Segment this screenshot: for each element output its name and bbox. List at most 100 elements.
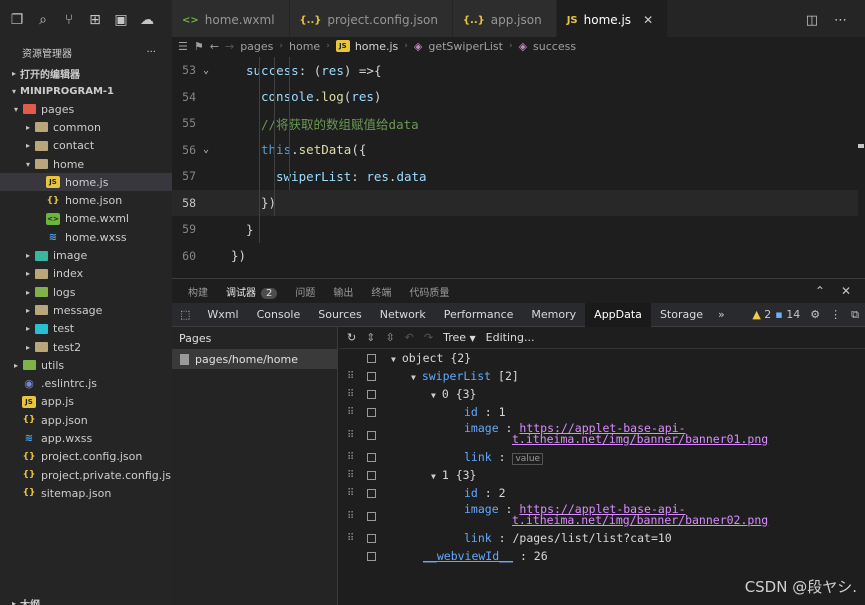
outline-section[interactable]: ▸ 大纲 bbox=[8, 594, 40, 605]
undock-icon[interactable]: ⧉ bbox=[851, 308, 859, 322]
image-url-line-2[interactable]: t.itheima.net/img/banner/banner01.png bbox=[464, 432, 768, 446]
checkbox[interactable] bbox=[367, 353, 376, 363]
undo-icon[interactable]: ↶ bbox=[405, 331, 414, 344]
drag-handle-icon[interactable]: ⠿ bbox=[347, 470, 354, 481]
extensions-icon[interactable]: ⊞ bbox=[84, 9, 106, 31]
tree-row-item-1[interactable]: ⠿ ▼ 1 {3} bbox=[339, 466, 865, 484]
list-item[interactable]: {} project.config.json bbox=[0, 448, 172, 466]
checkbox[interactable] bbox=[367, 470, 376, 480]
list-item[interactable]: ▸ test2 bbox=[0, 338, 172, 356]
redo-icon[interactable]: ↷ bbox=[424, 331, 433, 344]
list-item[interactable]: ▸ common bbox=[0, 118, 172, 136]
tree-row-link[interactable]: ⠿ link : value bbox=[339, 448, 865, 466]
list-item[interactable]: {} home.json bbox=[0, 191, 172, 209]
debug-icon[interactable]: ▣ bbox=[110, 9, 132, 31]
refresh-icon[interactable]: ↻ bbox=[347, 331, 356, 344]
drag-handle-icon[interactable]: ⠿ bbox=[347, 407, 354, 418]
code-line[interactable]: 58}) bbox=[172, 189, 865, 216]
fold-chevron-icon[interactable]: ⌄ bbox=[196, 144, 216, 155]
tree-row-webviewid[interactable]: __webviewId__ : 26 bbox=[339, 547, 865, 565]
code-line[interactable]: 60}) bbox=[172, 243, 865, 270]
breadcrumb-item[interactable]: pages bbox=[240, 40, 273, 53]
list-item[interactable]: <> home.wxml bbox=[0, 210, 172, 228]
tab-code-quality[interactable]: 代码质量 bbox=[409, 284, 449, 299]
tree-row-image[interactable]: ⠿ image : https://applet-base-api-t.ithe… bbox=[339, 421, 865, 449]
editor-tab[interactable]: {..} project.config.json bbox=[289, 0, 453, 40]
settings-gear-icon[interactable]: ⚙ bbox=[810, 308, 820, 321]
tree-row-link[interactable]: ⠿ link : /pages/list/list?cat=10 bbox=[339, 529, 865, 547]
tab-debugger[interactable]: 调试器 2 bbox=[226, 284, 278, 299]
devtools-tab-memory[interactable]: Memory bbox=[522, 303, 585, 327]
drag-handle-icon[interactable]: ⠿ bbox=[347, 389, 354, 400]
list-item[interactable]: JS app.js bbox=[0, 393, 172, 411]
expand-all-icon[interactable]: ⇕ bbox=[366, 331, 375, 344]
list-item[interactable]: ▸ logs bbox=[0, 283, 172, 301]
explorer-icon[interactable]: ❐ bbox=[6, 9, 28, 31]
more-actions-icon[interactable]: ··· bbox=[146, 47, 156, 58]
collapse-all-icon[interactable]: ⇳ bbox=[385, 331, 394, 344]
source-control-icon[interactable]: ⑂ bbox=[58, 9, 80, 31]
list-item[interactable]: ≋ home.wxss bbox=[0, 228, 172, 246]
tab-problems[interactable]: 问题 bbox=[295, 284, 315, 299]
drag-handle-icon[interactable]: ⠿ bbox=[347, 430, 354, 441]
close-icon[interactable]: ✕ bbox=[841, 284, 851, 298]
devtools-tab-appdata[interactable]: AppData bbox=[585, 302, 651, 327]
checkbox[interactable] bbox=[367, 488, 376, 498]
tree-row-id[interactable]: ⠿ id : 1 bbox=[339, 403, 865, 421]
drag-handle-icon[interactable]: ⠿ bbox=[347, 488, 354, 499]
list-item[interactable]: {} app.json bbox=[0, 411, 172, 429]
search-icon[interactable]: ⌕ bbox=[32, 9, 54, 31]
devtools-tab-storage[interactable]: Storage bbox=[651, 303, 712, 327]
list-item[interactable]: ▾ pages bbox=[0, 100, 172, 118]
collapse-icon[interactable]: ▼ bbox=[411, 373, 416, 382]
tree-row-image[interactable]: ⠿ image : https://applet-base-api-t.ithe… bbox=[339, 502, 865, 530]
editor-scrollbar[interactable] bbox=[858, 57, 865, 277]
split-editor-icon[interactable]: ◫ bbox=[806, 13, 818, 28]
devtools-tab-performance[interactable]: Performance bbox=[435, 303, 523, 327]
tree-row-id[interactable]: ⠿ id : 2 bbox=[339, 484, 865, 502]
checkbox[interactable] bbox=[367, 430, 376, 440]
list-item[interactable]: ≋ app.wxss bbox=[0, 429, 172, 447]
image-url-line-2[interactable]: t.itheima.net/img/banner/banner02.png bbox=[464, 513, 768, 527]
list-item[interactable]: ▸ message bbox=[0, 301, 172, 319]
checkbox[interactable] bbox=[367, 371, 376, 381]
tree-row-object[interactable]: ▼ object {2} bbox=[339, 349, 865, 367]
editor-tab[interactable]: <> home.wxml bbox=[172, 0, 290, 40]
tree-row-swiperlist[interactable]: ⠿ ▼ swiperList [2] bbox=[339, 367, 865, 385]
forward-icon[interactable]: → bbox=[225, 40, 234, 53]
list-item[interactable]: JS home.js bbox=[0, 173, 172, 192]
swiperlist-key[interactable]: swiperList bbox=[422, 369, 491, 383]
list-item[interactable]: pages/home/home bbox=[172, 349, 337, 369]
chevron-up-icon[interactable]: ⌃ bbox=[815, 284, 825, 298]
more-icon[interactable]: ⋯ bbox=[834, 13, 847, 28]
checkbox[interactable] bbox=[367, 407, 376, 417]
checkbox[interactable] bbox=[367, 452, 376, 462]
checkbox[interactable] bbox=[367, 511, 376, 521]
cloud-icon[interactable]: ☁ bbox=[136, 9, 158, 31]
editor-tab[interactable]: {..} app.json bbox=[452, 0, 557, 40]
project-section[interactable]: ▾ MINIPROGRAM-1 bbox=[0, 82, 172, 100]
tab-output[interactable]: 输出 bbox=[333, 284, 353, 299]
code-line[interactable]: 59} bbox=[172, 216, 865, 243]
message-count[interactable]: ▪ 14 bbox=[775, 308, 800, 321]
fold-chevron-icon[interactable]: ⌄ bbox=[196, 65, 216, 76]
breadcrumb-item[interactable]: success bbox=[533, 40, 576, 53]
list-item[interactable]: ▸ contact bbox=[0, 137, 172, 155]
breadcrumb-item[interactable]: getSwiperList bbox=[428, 40, 503, 53]
code-line[interactable]: 54 console.log(res) bbox=[172, 84, 865, 111]
devtools-tab-console[interactable]: Console bbox=[248, 303, 310, 327]
link-value[interactable]: /pages/list/list?cat=10 bbox=[512, 531, 671, 545]
code-line[interactable]: 53 ⌄ success: (res) =>{ bbox=[172, 57, 865, 84]
tab-terminal[interactable]: 终端 bbox=[371, 284, 391, 299]
collapse-icon[interactable]: ▼ bbox=[391, 355, 396, 364]
view-mode-select[interactable]: Tree ▼ bbox=[443, 331, 476, 344]
collapse-icon[interactable]: ▼ bbox=[431, 472, 436, 481]
id-value[interactable]: 1 bbox=[499, 405, 506, 419]
breadcrumb-item[interactable]: home bbox=[289, 40, 320, 53]
checkbox[interactable] bbox=[367, 533, 376, 543]
inspect-icon[interactable]: ⬚ bbox=[172, 308, 198, 321]
warning-count[interactable]: ▲ 2 bbox=[752, 308, 771, 321]
devtools-tab-network[interactable]: Network bbox=[371, 303, 435, 327]
breadcrumb-item[interactable]: home.js bbox=[355, 40, 398, 53]
list-item[interactable]: {} project.private.config.js... bbox=[0, 466, 172, 484]
